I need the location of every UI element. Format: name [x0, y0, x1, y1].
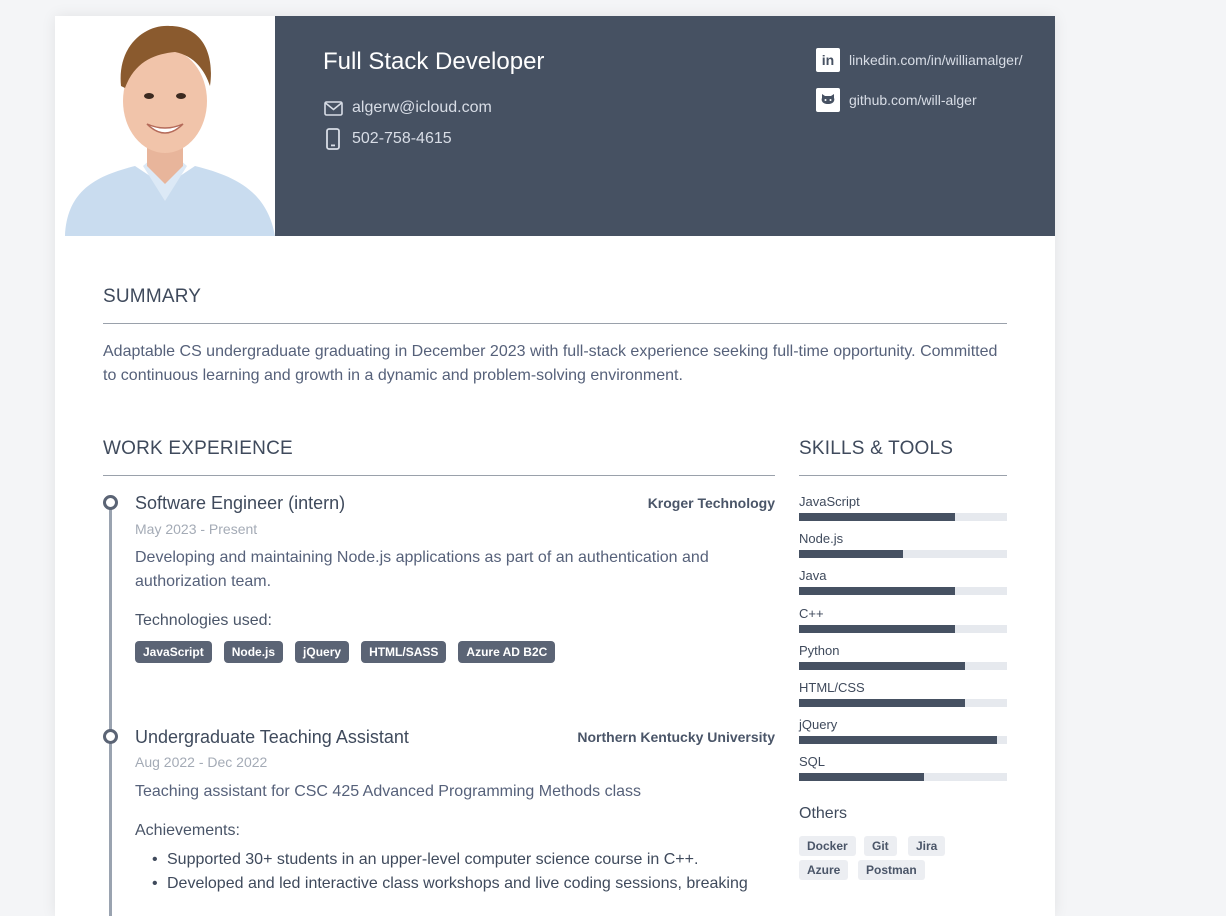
skill-name: HTML/CSS [799, 680, 865, 695]
achievement-item: Developed and led interactive class work… [152, 872, 767, 896]
resume-header: Full Stack Developer algerw@icloud.com 5… [55, 16, 1055, 236]
phone-text[interactable]: 502-758-4615 [352, 130, 452, 148]
other-tool-chip: Git [864, 836, 897, 856]
skill-name: JavaScript [799, 494, 860, 509]
tech-tag: JavaScript [135, 641, 212, 663]
tech-tag: Azure AD B2C [458, 641, 556, 663]
tech-tag: HTML/SASS [361, 641, 447, 663]
other-tool-chip: Docker [799, 836, 856, 856]
skill-item: SQL [799, 754, 1007, 782]
skill-item: C++ [799, 606, 1007, 633]
job-title-heading: Full Stack Developer [323, 48, 545, 75]
tech-tag: Node.js [223, 641, 284, 663]
linkedin-icon: in [816, 48, 840, 72]
skill-item: jQuery [799, 717, 1007, 745]
summary-text: Adaptable CS undergraduate graduating in… [103, 343, 998, 384]
timeline-dot [103, 495, 118, 510]
skill-bar-fill [799, 736, 997, 745]
skill-bar-track [799, 699, 1007, 707]
achievements-heading: Achievements: [135, 822, 240, 839]
skill-bar-track [799, 513, 1007, 521]
job-dates: May 2023 - Present [135, 521, 258, 537]
resume-page: Full Stack Developer algerw@icloud.com 5… [55, 16, 1055, 916]
work-experience-heading: WORK EXPERIENCE [103, 438, 293, 459]
skill-item: Java [799, 568, 1007, 596]
summary-divider [103, 323, 1007, 324]
skill-bar-track [799, 773, 1007, 782]
other-tool-chip: Postman [858, 860, 925, 880]
skill-item: Python [799, 643, 1007, 670]
skill-bar-fill [799, 550, 903, 559]
skill-bar-fill [799, 624, 955, 633]
email-contact[interactable]: algerw@icloud.com [323, 98, 492, 118]
skill-bar-fill [799, 661, 966, 670]
skill-name: Java [799, 568, 827, 584]
job-description: Developing and maintaining Node.js appli… [135, 549, 709, 590]
skill-item: Node.js [799, 531, 1007, 559]
company-name: Kroger Technology [647, 495, 775, 511]
skill-name: C++ [799, 605, 824, 621]
skill-item: JavaScript [799, 494, 1007, 521]
skill-bar-fill [799, 513, 955, 521]
skills-heading: SKILLS & TOOLS [799, 438, 954, 459]
skill-bar-track [799, 661, 1007, 670]
skill-name: Python [799, 642, 840, 658]
company-name: Northern Kentucky University [577, 729, 775, 745]
summary-heading: SUMMARY [103, 286, 202, 307]
tech-tag: jQuery [295, 641, 350, 663]
github-link[interactable]: github.com/will-alger [816, 88, 977, 112]
technologies-heading: Technologies used: [135, 612, 272, 629]
timeline-dot [103, 729, 118, 744]
others-heading: Others [799, 805, 848, 822]
skill-bar-track [799, 736, 1007, 745]
mobile-phone-icon [323, 128, 343, 150]
envelope-icon [323, 98, 343, 118]
linkedin-text[interactable]: linkedin.com/in/williamalger/ [849, 52, 1023, 68]
skill-bar-track [799, 550, 1007, 559]
job-description: Teaching assistant for CSC 425 Advanced … [135, 783, 642, 800]
skill-name: jQuery [799, 717, 838, 733]
profile-photo [55, 16, 275, 236]
technology-tags: JavaScript Node.js jQuery HTML/SASS Azur… [135, 641, 567, 663]
achievement-item: Supported 30+ students in an upper-level… [152, 848, 767, 872]
skill-bar-fill [799, 773, 924, 782]
job-dates: Aug 2022 - Dec 2022 [135, 754, 268, 770]
achievements-list: Supported 30+ students in an upper-level… [152, 848, 767, 896]
job-title: Software Engineer (intern) [135, 493, 346, 513]
skill-bar-fill [799, 587, 955, 596]
skills-divider [799, 475, 1007, 476]
other-tool-chip: Azure [799, 860, 849, 880]
github-icon [816, 88, 840, 112]
skill-name: Node.js [799, 531, 844, 547]
phone-contact[interactable]: 502-758-4615 [323, 128, 452, 150]
work-experience-divider [103, 475, 775, 476]
skill-bar-track [799, 624, 1007, 633]
github-text[interactable]: github.com/will-alger [849, 92, 977, 108]
linkedin-link[interactable]: in linkedin.com/in/williamalger/ [816, 48, 1023, 72]
other-tool-chip: Jira [908, 836, 946, 856]
job-title: Undergraduate Teaching Assistant [135, 727, 409, 747]
skill-name: SQL [799, 754, 826, 770]
skill-item: HTML/CSS [799, 680, 1007, 707]
skill-bar-track [799, 587, 1007, 596]
timeline-line [109, 502, 112, 916]
skill-bar-fill [799, 699, 966, 707]
email-text[interactable]: algerw@icloud.com [352, 99, 492, 117]
